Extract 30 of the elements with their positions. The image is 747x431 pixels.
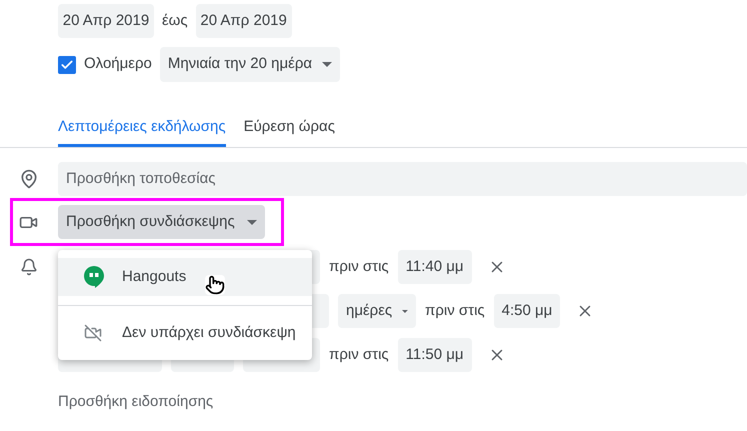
menu-item[interactable]: Δεν υπάρχει συνδιάσκεψη (58, 314, 312, 352)
end-date-field[interactable]: 20 Απρ 2019 (196, 4, 292, 38)
all-day-checkbox[interactable] (58, 56, 76, 74)
location-field[interactable]: Προσθήκη τοποθεσίας (58, 162, 747, 196)
add-conference-button[interactable]: Προσθήκη συνδιάσκεψης (58, 205, 265, 239)
check-icon (60, 58, 74, 72)
caret-icon (402, 308, 408, 314)
chat-bubble-icon (84, 266, 104, 288)
video-off-icon (84, 324, 102, 342)
recurrence-dropdown[interactable]: Μηνιαία την 20 ημέρα (160, 47, 340, 82)
tab[interactable]: Εύρεση ώρας (244, 110, 335, 147)
date-separator: έως (162, 10, 188, 31)
tab[interactable]: Λεπτομέρειες εκδήλωσης (58, 110, 226, 147)
before-at-label: πριν στις (425, 300, 485, 321)
before-at-label: πριν στις (329, 344, 389, 365)
bell-icon (20, 258, 38, 276)
hand-cursor-icon (205, 275, 225, 295)
caret-icon (322, 62, 332, 67)
caret-icon (246, 220, 257, 224)
menu-item[interactable]: Hangouts (58, 258, 312, 296)
add-notification-link[interactable]: Προσθήκη ειδοποίησης (58, 393, 747, 411)
unit-dropdown[interactable]: ημέρες (338, 294, 416, 328)
all-day-label: Ολοήμερο (84, 54, 152, 74)
location-pin-icon (19, 169, 39, 189)
time-field[interactable]: 4:50 μμ (494, 294, 560, 328)
start-date-field[interactable]: 20 Απρ 2019 (58, 4, 154, 38)
location-input: Προσθήκη τοποθεσίας (66, 168, 739, 190)
time-field[interactable]: 11:50 μμ (398, 338, 472, 372)
before-at-label: πριν στις (329, 256, 389, 277)
time-field[interactable]: 11:40 μμ (398, 250, 472, 284)
